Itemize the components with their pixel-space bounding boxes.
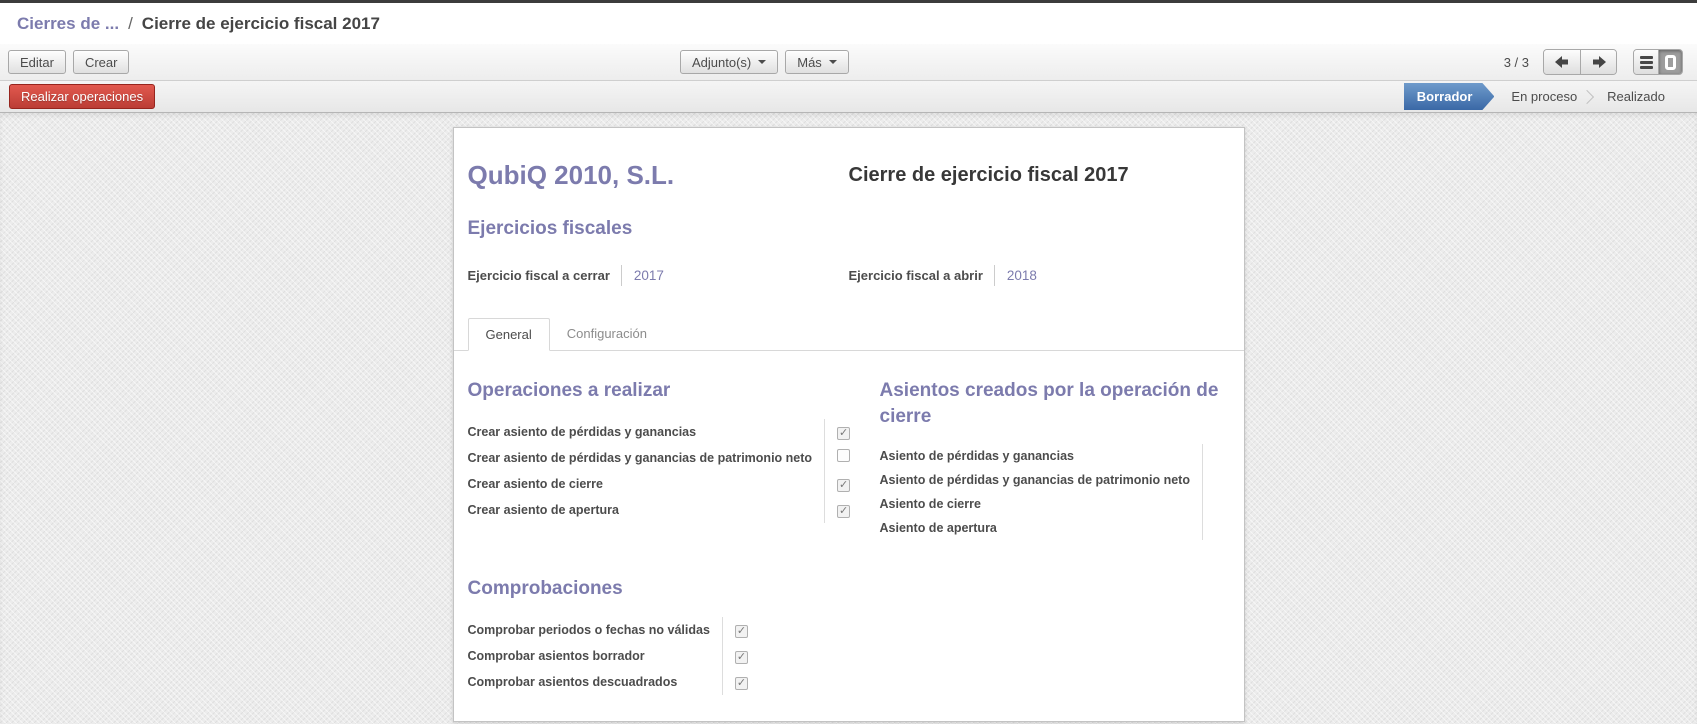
attachments-label: Adjunto(s) [692,55,751,70]
row-label: Comprobar asientos descuadrados [468,669,723,695]
row-label: Asiento de cierre [880,492,1203,516]
entry-value[interactable] [1202,492,1229,516]
more-dropdown-button[interactable]: Más [785,50,849,74]
list-view-icon [1640,56,1653,69]
checks-title: Comprobaciones [468,576,1230,602]
entry-value[interactable] [1202,468,1229,492]
tab-configuracion[interactable]: Configuración [550,318,664,350]
table-row: Asiento de apertura [880,516,1230,540]
entry-value[interactable] [1202,516,1229,540]
row-label: Crear asiento de pérdidas y ganancias [468,419,825,445]
tab-general[interactable]: General [468,318,550,351]
fiscal-year-to-open-value[interactable]: 2018 [995,265,1037,286]
more-label: Más [797,55,822,70]
table-row: Comprobar asientos descuadrados ✓ [468,669,751,695]
tab-content-general: Operaciones a realizar Crear asiento de … [468,351,1230,695]
fiscal-year-fields: Ejercicio fiscal a cerrar 2017 Ejercicio… [468,265,1230,286]
table-row: Comprobar asientos borrador ✓ [468,643,751,669]
pager-counter: 3 / 3 [1504,55,1529,70]
form-view-icon [1665,55,1676,70]
next-arrow-icon [1592,56,1606,68]
company-name: QubiQ 2010, S.L. [468,160,849,191]
sheet-header: QubiQ 2010, S.L. Cierre de ejercicio fis… [468,160,1230,191]
table-row: Crear asiento de apertura ✓ [468,497,853,523]
view-switcher [1633,49,1683,75]
next-record-button[interactable] [1580,50,1616,74]
field-label: Ejercicio fiscal a abrir [849,265,995,286]
sheet-subtitle: Ejercicios fiscales [468,218,1230,240]
form-sheet: QubiQ 2010, S.L. Cierre de ejercicio fis… [453,127,1245,722]
operations-title: Operaciones a realizar [468,378,876,404]
table-row: Asiento de pérdidas y ganancias [880,444,1230,468]
statusbar: Borrador En proceso Realizado [1404,83,1697,110]
row-label: Asiento de apertura [880,516,1203,540]
breadcrumb-separator: / [128,14,133,34]
statusbar-state-borrador[interactable]: Borrador [1404,83,1495,110]
row-label: Comprobar asientos borrador [468,643,723,669]
row-label: Crear asiento de cierre [468,471,825,497]
breadcrumb-parent-link[interactable]: Cierres de ... [17,14,119,34]
notebook-tabs: General Configuración [454,318,1244,351]
form-view-button[interactable] [1658,50,1682,74]
operations-group: Operaciones a realizar Crear asiento de … [468,378,880,540]
edit-button[interactable]: Editar [8,50,66,74]
fiscal-year-to-close-value[interactable]: 2017 [622,265,664,286]
page-title: Cierre de ejercicio fiscal 2017 [849,164,1129,191]
prev-arrow-icon [1555,56,1569,68]
toolbar-center-group: Adjunto(s) Más [680,50,856,74]
field-label: Ejercicio fiscal a cerrar [468,265,622,286]
breadcrumb-current: Cierre de ejercicio fiscal 2017 [142,14,380,34]
row-label: Comprobar periodos o fechas no válidas [468,617,723,643]
checkbox[interactable]: ✓ [837,479,850,492]
attachments-dropdown-button[interactable]: Adjunto(s) [680,50,778,74]
table-row: Crear asiento de pérdidas y ganancias ✓ [468,419,853,445]
row-label: Crear asiento de pérdidas y ganancias de… [468,445,825,471]
checkbox[interactable]: ✓ [735,651,748,664]
checks-group: Comprobaciones Comprobar periodos o fech… [468,576,1230,695]
entries-table: Asiento de pérdidas y ganancias Asiento … [880,444,1230,540]
table-row: Comprobar periodos o fechas no válidas ✓ [468,617,751,643]
field-fiscal-year-to-open: Ejercicio fiscal a abrir 2018 [849,265,1230,286]
table-row: Asiento de cierre [880,492,1230,516]
content-area: QubiQ 2010, S.L. Cierre de ejercicio fis… [0,113,1697,724]
field-fiscal-year-to-close: Ejercicio fiscal a cerrar 2017 [468,265,849,286]
run-operations-button[interactable]: Realizar operaciones [9,84,155,109]
status-row: Realizar operaciones Borrador En proceso… [0,80,1697,113]
checkbox[interactable] [837,449,850,462]
checkbox[interactable]: ✓ [837,505,850,518]
checkbox[interactable]: ✓ [837,427,850,440]
toolbar: Editar Crear Adjunto(s) Más 3 / 3 [0,44,1697,80]
row-label: Asiento de pérdidas y ganancias de patri… [880,468,1203,492]
pager-buttons [1543,49,1617,75]
statusbar-state-realizado[interactable]: Realizado [1590,83,1682,110]
checkbox[interactable]: ✓ [735,677,748,690]
operations-table: Crear asiento de pérdidas y ganancias ✓ … [468,419,853,523]
row-label: Asiento de pérdidas y ganancias [880,444,1203,468]
table-row: Crear asiento de cierre ✓ [468,471,853,497]
table-row: Asiento de pérdidas y ganancias de patri… [880,468,1230,492]
create-button[interactable]: Crear [73,50,130,74]
breadcrumb: Cierres de ... / Cierre de ejercicio fis… [0,3,1697,44]
previous-record-button[interactable] [1544,50,1580,74]
checkbox[interactable]: ✓ [735,625,748,638]
table-row: Crear asiento de pérdidas y ganancias de… [468,445,853,471]
row-label: Crear asiento de apertura [468,497,825,523]
toolbar-right-group: 3 / 3 [1504,49,1689,75]
checks-table: Comprobar periodos o fechas no válidas ✓… [468,617,751,695]
caret-down-icon [758,60,766,64]
entry-value[interactable] [1202,444,1229,468]
list-view-button[interactable] [1634,50,1658,74]
entries-group: Asientos creados por la operación de cie… [880,378,1230,540]
caret-down-icon [829,60,837,64]
entries-title: Asientos creados por la operación de cie… [880,378,1230,429]
